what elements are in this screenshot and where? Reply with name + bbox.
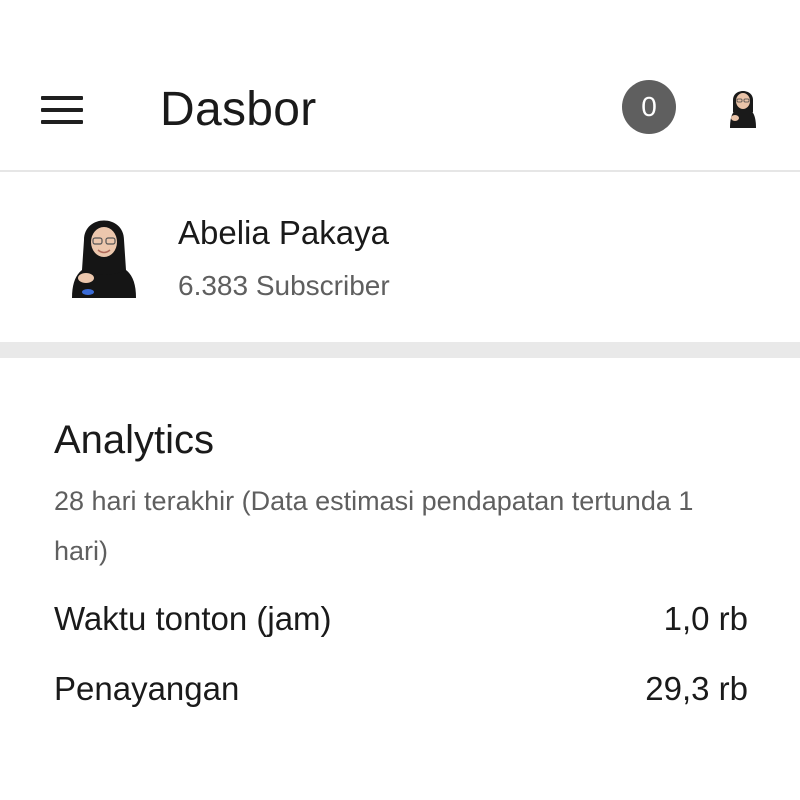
channel-name: Abelia Pakaya (178, 214, 389, 251)
analytics-title: Analytics (54, 418, 215, 462)
subscriber-count: 6.383 Subscriber (178, 270, 390, 301)
section-divider (0, 342, 800, 358)
analytics-subtitle: 28 hari terakhir (Data estimasi pendapat… (54, 486, 694, 566)
hamburger-menu-icon[interactable] (30, 78, 94, 142)
metric-value: 29,3 rb (645, 670, 748, 707)
metric-row-views[interactable]: Penayangan 29,3 rb (54, 667, 748, 711)
metric-value: 1,0 rb (663, 600, 748, 637)
notification-badge[interactable]: 0 (622, 80, 676, 134)
channel-avatar[interactable] (66, 204, 142, 298)
profile-photo-icon (716, 78, 770, 132)
top-app-bar: Dasbor (0, 60, 800, 172)
channel-profile-photo-icon (72, 220, 136, 298)
account-avatar[interactable] (716, 78, 770, 132)
metric-label: Penayangan (54, 670, 240, 707)
dashboard-screen: Dasbor 0 Abelia Pakaya 6.383 Subscriber … (0, 0, 800, 800)
metric-row-watch-time[interactable]: Waktu tonton (jam) 1,0 rb (54, 597, 748, 641)
page-title: Dasbor (160, 83, 317, 136)
metric-label: Waktu tonton (jam) (54, 600, 332, 637)
